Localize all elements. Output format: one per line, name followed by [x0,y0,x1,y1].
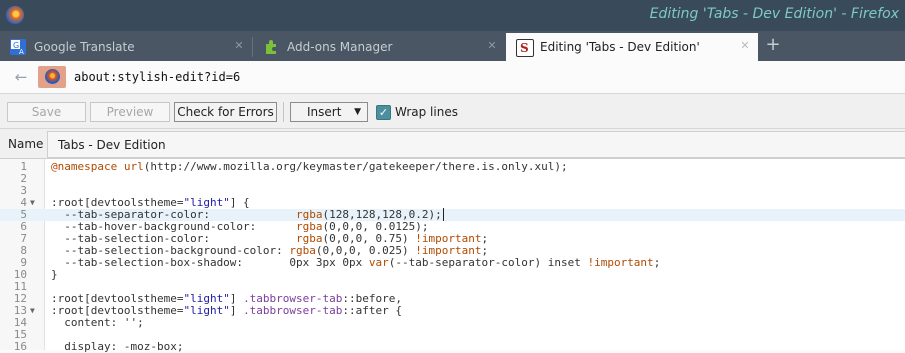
tab-google-translate[interactable]: GA Google Translate ✕ [0,33,252,61]
close-icon[interactable]: ✕ [738,39,752,53]
toolbar-divider [283,102,284,122]
insert-label: Insert [307,105,342,119]
stylish-icon: S [516,39,534,57]
code-line[interactable]: 16 display: -moz-box; [0,341,905,353]
insert-dropdown[interactable]: Insert ▼ [290,102,368,122]
code-line[interactable]: 1 @namespace url(http://www.mozilla.org/k… [0,161,905,173]
svg-text:A: A [19,48,24,55]
code-text: content: ''; [51,316,144,329]
code-editor[interactable]: 1 @namespace url(http://www.mozilla.org/k… [0,158,905,353]
close-icon[interactable]: ✕ [232,39,246,53]
tab-label: Google Translate [34,40,135,54]
wrap-lines-checkbox[interactable]: ✓ [376,105,391,120]
firefox-logo-icon[interactable] [6,6,24,24]
identity-box[interactable] [38,66,66,88]
firefox-globe-icon [45,69,60,84]
name-field[interactable]: Tabs - Dev Edition [47,131,905,158]
code-text: display: -moz-box; [51,340,184,353]
new-tab-button[interactable]: + [765,36,781,54]
check-for-errors-button[interactable]: Check for Errors [174,102,277,122]
code-line[interactable]: 14 content: ''; [0,317,905,329]
tab-editing-stylish[interactable]: S Editing 'Tabs - Dev Edition' ✕ [506,33,758,61]
navigation-bar: ← about:stylish-edit?id=6 [0,61,905,94]
tab-addons-manager[interactable]: Add-ons Manager ✕ [253,33,505,61]
translate-icon: GA [10,39,26,56]
code-text: --tab-selection-box-shadow: 0px 3px 0px … [51,256,661,269]
back-arrow-icon[interactable]: ← [12,68,30,86]
tab-label: Editing 'Tabs - Dev Edition' [540,40,700,54]
preview-button[interactable]: Preview [90,102,170,122]
puzzle-icon [263,39,279,55]
name-label: Name [8,137,44,151]
svg-text:S: S [520,41,529,54]
chevron-down-icon: ▼ [354,107,361,117]
save-button[interactable]: Save [7,102,86,122]
code-text: @namespace url(http://www.mozilla.org/ke… [51,160,568,173]
wrap-lines-label[interactable]: Wrap lines [395,105,458,119]
window-title: Editing 'Tabs - Dev Edition' - Firefox [649,6,899,22]
title-bar: Editing 'Tabs - Dev Edition' - Firefox [0,0,905,31]
name-value: Tabs - Dev Edition [58,138,166,152]
code-line[interactable]: 10} [0,269,905,281]
code-line[interactable]: 2 [0,173,905,185]
fold-arrow-icon[interactable]: ▼ [30,305,35,317]
line-number: 16 [13,340,27,353]
code-line[interactable]: 9 --tab-selection-box-shadow: 0px 3px 0p… [0,257,905,269]
name-row: Name Tabs - Dev Edition [0,129,905,158]
editor-toolbar: Save Preview Check for Errors Insert ▼ ✓… [0,94,905,129]
close-icon[interactable]: ✕ [485,39,499,53]
fold-arrow-icon[interactable]: ▼ [30,197,35,209]
tab-label: Add-ons Manager [287,40,393,54]
url-field[interactable]: about:stylish-edit?id=6 [74,70,240,84]
code-text: } [51,268,58,281]
